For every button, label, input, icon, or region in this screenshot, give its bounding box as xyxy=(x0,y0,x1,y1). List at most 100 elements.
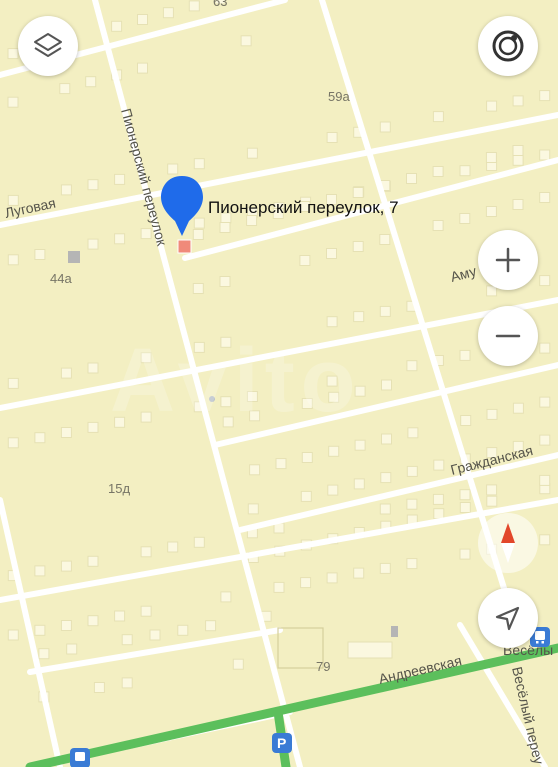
building xyxy=(192,229,204,240)
building xyxy=(352,241,364,252)
building xyxy=(193,158,205,170)
building xyxy=(114,233,126,245)
building xyxy=(432,111,444,123)
north-arrow-icon xyxy=(501,523,515,563)
small-gray-marker xyxy=(391,626,398,637)
building xyxy=(249,410,261,422)
building xyxy=(353,311,365,323)
building xyxy=(539,149,551,161)
building xyxy=(60,620,72,631)
building xyxy=(34,432,46,444)
building xyxy=(539,192,551,203)
building xyxy=(87,555,99,567)
building xyxy=(140,352,152,364)
building xyxy=(381,379,392,391)
building xyxy=(193,341,205,353)
building xyxy=(512,154,524,166)
building xyxy=(301,398,313,409)
building xyxy=(220,396,232,408)
building-44a-marker xyxy=(68,251,80,263)
building xyxy=(539,534,551,546)
building xyxy=(188,0,200,12)
building xyxy=(352,187,364,198)
building xyxy=(219,222,231,233)
map-canvas[interactable]: Пионерский переулок Луговая Аму Гражданс… xyxy=(0,0,558,767)
building xyxy=(60,560,72,572)
compass-mode-button[interactable] xyxy=(478,16,538,76)
building xyxy=(34,565,46,577)
building xyxy=(379,503,391,515)
building xyxy=(7,96,19,108)
building xyxy=(380,472,392,484)
building xyxy=(192,283,204,294)
north-compass-button[interactable] xyxy=(478,513,538,573)
building xyxy=(222,416,234,428)
building xyxy=(87,421,99,433)
zoom-in-button[interactable] xyxy=(478,230,538,290)
building xyxy=(137,14,148,25)
building xyxy=(379,234,391,245)
building xyxy=(87,179,99,191)
building xyxy=(406,465,418,477)
compass-ring-icon xyxy=(492,30,524,62)
building xyxy=(59,83,71,95)
building xyxy=(459,489,471,501)
building xyxy=(326,248,337,259)
building xyxy=(381,433,392,445)
building xyxy=(219,276,231,287)
building xyxy=(406,173,417,184)
layers-button[interactable] xyxy=(18,16,78,76)
building xyxy=(459,213,471,224)
building xyxy=(93,682,105,693)
house-number-15d: 15д xyxy=(108,481,130,496)
building xyxy=(193,536,205,548)
building xyxy=(353,478,365,490)
plus-icon xyxy=(495,247,521,273)
building xyxy=(512,402,524,414)
building xyxy=(486,495,498,507)
building xyxy=(432,493,444,505)
bus-stop-icon[interactable] xyxy=(70,748,90,767)
building xyxy=(327,484,339,496)
building xyxy=(299,255,311,266)
building xyxy=(240,35,252,47)
building xyxy=(85,76,97,88)
building xyxy=(249,464,261,476)
building xyxy=(167,541,179,553)
building xyxy=(167,163,179,175)
building xyxy=(407,427,419,439)
building xyxy=(87,615,99,627)
building xyxy=(149,629,161,641)
building xyxy=(539,90,551,102)
layers-icon xyxy=(34,33,62,57)
zoom-out-button[interactable] xyxy=(478,306,538,366)
building-long xyxy=(347,641,393,659)
building xyxy=(539,396,551,408)
building xyxy=(140,605,152,617)
building xyxy=(7,48,19,60)
building xyxy=(301,452,313,463)
building xyxy=(140,546,152,558)
building xyxy=(459,502,471,513)
building xyxy=(459,548,471,560)
building xyxy=(326,375,338,387)
building xyxy=(220,336,232,348)
building xyxy=(34,249,46,260)
house-number-59a: 59а xyxy=(328,89,350,104)
selected-house xyxy=(177,239,192,254)
building xyxy=(114,610,126,622)
pin-address-label: Пионерский переулок, 7 xyxy=(208,198,399,217)
building xyxy=(433,508,445,520)
building xyxy=(66,643,78,655)
building xyxy=(328,391,340,403)
building xyxy=(460,415,472,426)
building xyxy=(140,228,152,240)
building xyxy=(539,342,551,354)
building xyxy=(7,629,19,641)
my-location-button[interactable] xyxy=(478,588,538,648)
parking-icon[interactable]: P xyxy=(272,733,292,753)
building xyxy=(379,562,391,574)
location-arrow-icon xyxy=(495,606,520,631)
building xyxy=(354,385,366,397)
building xyxy=(60,184,72,196)
